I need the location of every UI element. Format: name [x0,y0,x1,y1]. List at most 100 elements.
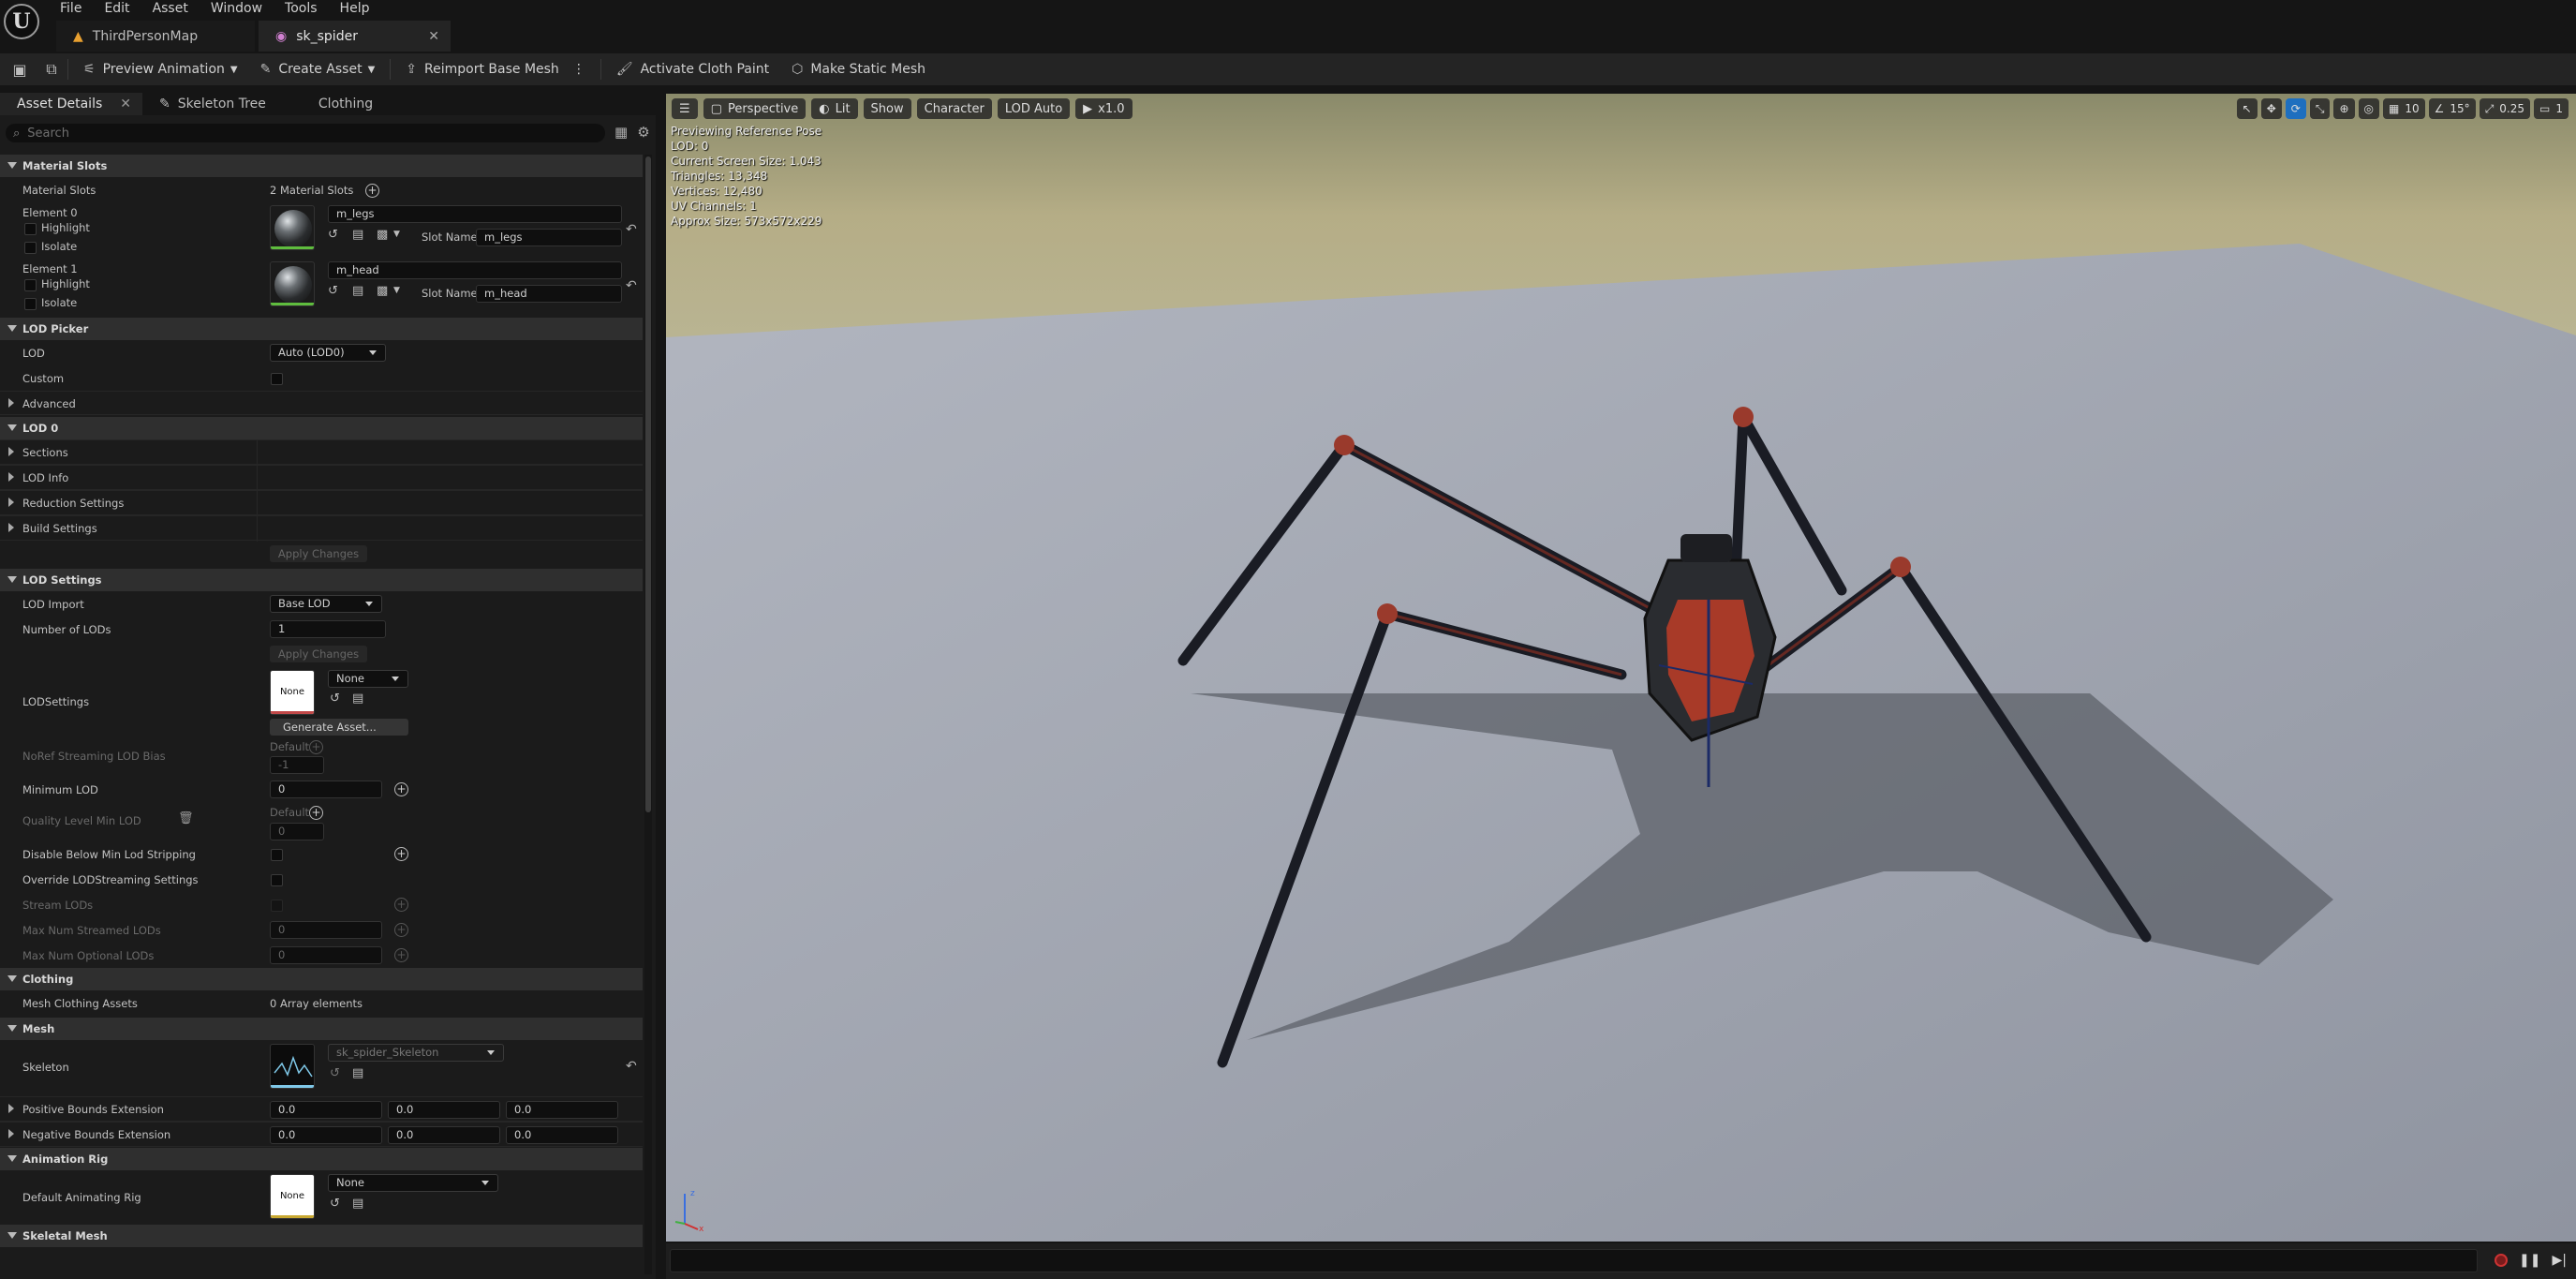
disable-below-min-lod-checkbox[interactable] [271,849,283,861]
make-static-mesh-button[interactable]: ⬡ Make Static Mesh [780,53,937,85]
expand-arrow-icon[interactable] [8,1129,14,1138]
save-icon[interactable]: ▣ [7,57,32,82]
tab-skeleton-tree[interactable]: ✎ Skeleton Tree [142,93,277,115]
revert-arrow-icon[interactable]: ↶ [626,222,637,237]
scrollbar-thumb[interactable] [645,156,651,812]
menu-tools[interactable]: Tools [274,0,329,17]
sections-row[interactable]: Sections [0,439,643,466]
viewport-menu-button[interactable]: ☰ [672,98,698,119]
slot-name-field[interactable]: m_head [476,285,622,303]
add-platform-override-icon[interactable]: + [394,948,408,962]
slot-name-field[interactable]: m_legs [476,229,622,246]
tab-clothing[interactable]: Clothing [277,93,384,115]
positive-bounds-z-field[interactable]: 0.0 [506,1101,618,1119]
expand-arrow-icon[interactable] [8,472,14,482]
playback-speed-button[interactable]: ▶ x1.0 [1075,98,1133,119]
reset-icon[interactable]: ↺ [330,692,340,706]
timeline-scrubber[interactable] [670,1249,2478,1272]
grid-snap-button[interactable]: ▦ 10 [2383,98,2425,119]
highlight-checkbox[interactable] [24,223,37,235]
material-thumbnail[interactable] [270,205,315,250]
expand-arrow-icon[interactable] [8,498,14,507]
lod-info-row[interactable]: LOD Info [0,465,643,491]
category-lod-picker[interactable]: LOD Picker [0,318,643,340]
expand-arrow-icon[interactable] [8,1104,14,1113]
activate-cloth-paint-button[interactable]: 🖌 Activate Cloth Paint [605,53,780,85]
max-optional-lods-field[interactable]: 0 [270,946,382,964]
chevron-down-icon[interactable]: ▼ [393,286,400,295]
highlight-checkbox[interactable] [24,279,37,291]
tab-thirdpersonmap[interactable]: ▲ ThirdPersonMap [56,21,255,52]
browse-icon[interactable]: ▤ [352,284,363,298]
material-thumbnail[interactable] [270,261,315,306]
world-local-icon[interactable]: ⊕ [2333,98,2355,119]
select-mode-icon[interactable]: ↖ [2236,98,2258,119]
max-streamed-lods-field[interactable]: 0 [270,921,382,939]
close-tab-icon[interactable]: ✕ [428,29,439,44]
show-button[interactable]: Show [863,98,911,119]
rotate-icon[interactable]: ⟳ [2285,98,2306,119]
category-material-slots[interactable]: Material Slots [0,155,643,177]
category-lod-settings[interactable]: LOD Settings [0,569,643,591]
step-forward-icon[interactable]: ▶| [2553,1253,2567,1268]
browse-icon[interactable]: ▤ [352,1066,363,1080]
scale-snap-button[interactable]: ⤢ 0.25 [2479,98,2531,119]
add-override-icon[interactable]: + [309,740,323,754]
record-icon[interactable] [2495,1254,2509,1267]
quality-level-field[interactable]: 0 [270,823,324,840]
number-of-lods-field[interactable]: 1 [270,620,386,638]
lod-dropdown[interactable]: Auto (LOD0) [270,344,386,362]
camera-speed-button[interactable]: ▭ 1 [2534,98,2569,119]
character-button[interactable]: Character [916,98,992,119]
menu-help[interactable]: Help [329,0,381,17]
material-picker[interactable]: m_head [328,261,622,279]
revert-arrow-icon[interactable]: ↶ [626,278,637,293]
settings-gear-icon[interactable]: ⚙ [637,124,649,141]
material-picker[interactable]: m_legs [328,205,622,223]
menu-window[interactable]: Window [200,0,274,17]
lodsettings-thumbnail[interactable]: None [270,670,315,715]
reset-icon[interactable]: ↺ [330,1197,340,1211]
rotation-snap-button[interactable]: ∠ 15° [2428,98,2476,119]
negative-bounds-x-field[interactable]: 0.0 [270,1126,382,1144]
search-input[interactable]: ⌕ Search [6,124,605,142]
advanced-row[interactable]: Advanced [0,391,643,415]
lod-import-dropdown[interactable]: Base LOD [270,595,382,613]
add-material-slot-icon[interactable]: + [365,184,379,198]
perspective-button[interactable]: ▢ Perspective [703,98,807,119]
rig-thumbnail[interactable]: None [270,1174,315,1219]
viewport[interactable]: ☰ ▢ Perspective ◐ Lit Show Character LOD A… [666,94,2576,1242]
minimum-lod-field[interactable]: 0 [270,781,382,798]
close-tab-icon[interactable]: ✕ [120,97,131,112]
category-skeletal-mesh[interactable]: Skeletal Mesh [0,1225,643,1247]
isolate-checkbox[interactable] [24,242,37,254]
create-asset-button[interactable]: ✎ Create Asset ▼ [249,53,387,85]
apply-changes-button[interactable]: Apply Changes [270,646,367,662]
expand-arrow-icon[interactable] [8,398,14,408]
add-platform-override-icon[interactable]: + [394,782,408,796]
browse-icon[interactable]: ▤ [352,692,363,706]
positive-bounds-x-field[interactable]: 0.0 [270,1101,382,1119]
add-platform-override-icon[interactable]: + [394,923,408,937]
category-mesh[interactable]: Mesh [0,1018,643,1040]
menu-file[interactable]: File [49,0,93,17]
noref-streaming-field[interactable]: -1 [270,756,324,774]
negative-bounds-y-field[interactable]: 0.0 [388,1126,500,1144]
custom-checkbox[interactable] [271,373,283,385]
revert-arrow-icon[interactable]: ↶ [626,1059,637,1074]
reduction-settings-row[interactable]: Reduction Settings [0,490,643,516]
reset-icon[interactable]: ↺ [328,284,338,298]
skeleton-thumbnail[interactable] [270,1044,315,1089]
reset-icon[interactable]: ↺ [330,1066,340,1080]
scale-icon[interactable]: ⤡ [2309,98,2331,119]
preview-animation-button[interactable]: ⚟ Preview Animation ▼ [72,53,249,85]
reset-icon[interactable]: ↺ [328,228,338,242]
table-view-icon[interactable]: ▦ [614,124,628,141]
lod-auto-button[interactable]: LOD Auto [997,98,1071,119]
category-animation-rig[interactable]: Animation Rig [0,1148,643,1170]
unreal-logo-icon[interactable]: U [4,4,39,39]
menu-edit[interactable]: Edit [93,0,141,17]
negative-bounds-z-field[interactable]: 0.0 [506,1126,618,1144]
apply-changes-button[interactable]: Apply Changes [270,545,367,562]
reimport-base-mesh-button[interactable]: ⇪ Reimport Base Mesh ⋮ [394,53,597,85]
